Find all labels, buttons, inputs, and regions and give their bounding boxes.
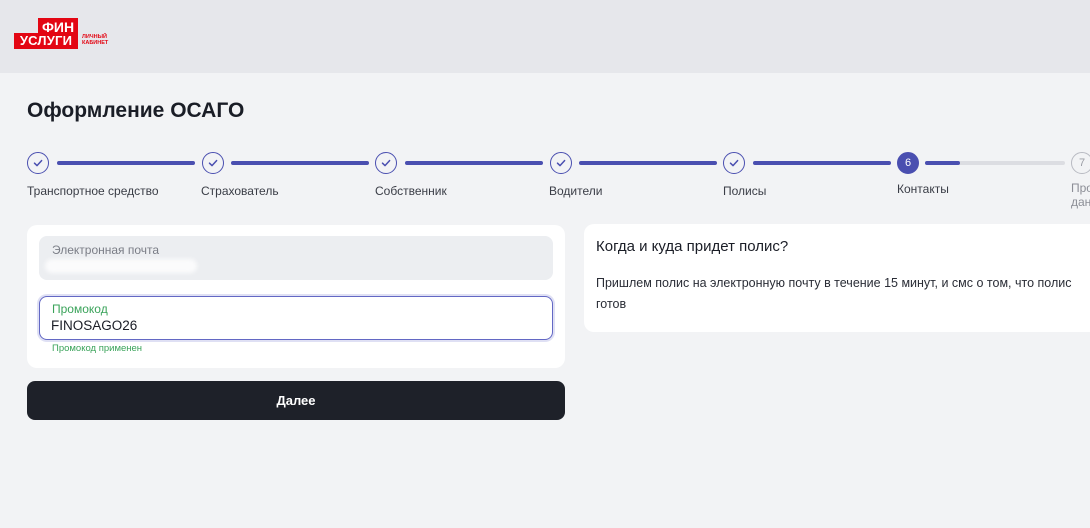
promo-code-input[interactable] xyxy=(51,318,531,333)
step-1-progress-bar xyxy=(57,161,195,165)
step-6-progress-bar xyxy=(925,161,960,165)
step-2-progress-bar xyxy=(231,161,369,165)
email-value-hidden xyxy=(45,259,197,273)
step-3-progress-bar xyxy=(405,161,543,165)
header: ФИН УСЛУГИ ЛИЧНЫЙ КАБИНЕТ xyxy=(0,0,1090,73)
info-text: Пришлем полис на электронную почту в теч… xyxy=(596,276,1072,311)
step-1-check-icon[interactable] xyxy=(27,152,49,174)
step-4-progress-bar xyxy=(579,161,717,165)
logo-subtitle: ЛИЧНЫЙ КАБИНЕТ xyxy=(82,34,109,46)
step-2-label[interactable]: Страхователь xyxy=(201,184,279,198)
logo-bottom-text: УСЛУГИ xyxy=(14,33,78,49)
progress-stepper: Транспортное средство Страхователь Собст… xyxy=(0,150,1090,212)
page-title: Оформление ОСАГО xyxy=(27,99,245,122)
step-5-label[interactable]: Полисы xyxy=(723,184,766,198)
step-6-number[interactable]: 6 xyxy=(897,152,919,174)
step-7-number[interactable]: 7 xyxy=(1071,152,1090,174)
logo-top-text: ФИН xyxy=(38,18,78,34)
email-field-label: Электронная почта xyxy=(52,243,160,257)
policy-info-card: Когда и куда придет полис? Пришлем полис… xyxy=(584,224,1090,332)
email-field[interactable]: Электронная почта xyxy=(39,236,553,280)
next-button[interactable]: Далее xyxy=(27,381,565,420)
step-3-label[interactable]: Собственник xyxy=(375,184,447,198)
step-3-check-icon[interactable] xyxy=(375,152,397,174)
contacts-form-card: Электронная почта Промокод Промокод прим… xyxy=(27,225,565,368)
step-1-label[interactable]: Транспортное средство xyxy=(27,184,159,198)
promo-code-status: Промокод применен xyxy=(52,343,143,354)
info-title: Когда и куда придет полис? xyxy=(596,238,789,255)
step-5-check-icon[interactable] xyxy=(723,152,745,174)
step-4-check-icon[interactable] xyxy=(550,152,572,174)
step-6-label[interactable]: Контакты xyxy=(897,182,949,196)
promo-code-field[interactable]: Промокод xyxy=(39,296,553,340)
promo-code-label: Промокод xyxy=(52,302,108,316)
step-4-label[interactable]: Водители xyxy=(549,184,602,198)
step-5-progress-bar xyxy=(753,161,891,165)
step-7-label[interactable]: Проверка данных xyxy=(1071,181,1090,211)
finuslugi-logo[interactable]: ФИН УСЛУГИ ЛИЧНЫЙ КАБИНЕТ xyxy=(14,18,134,50)
step-2-check-icon[interactable] xyxy=(202,152,224,174)
